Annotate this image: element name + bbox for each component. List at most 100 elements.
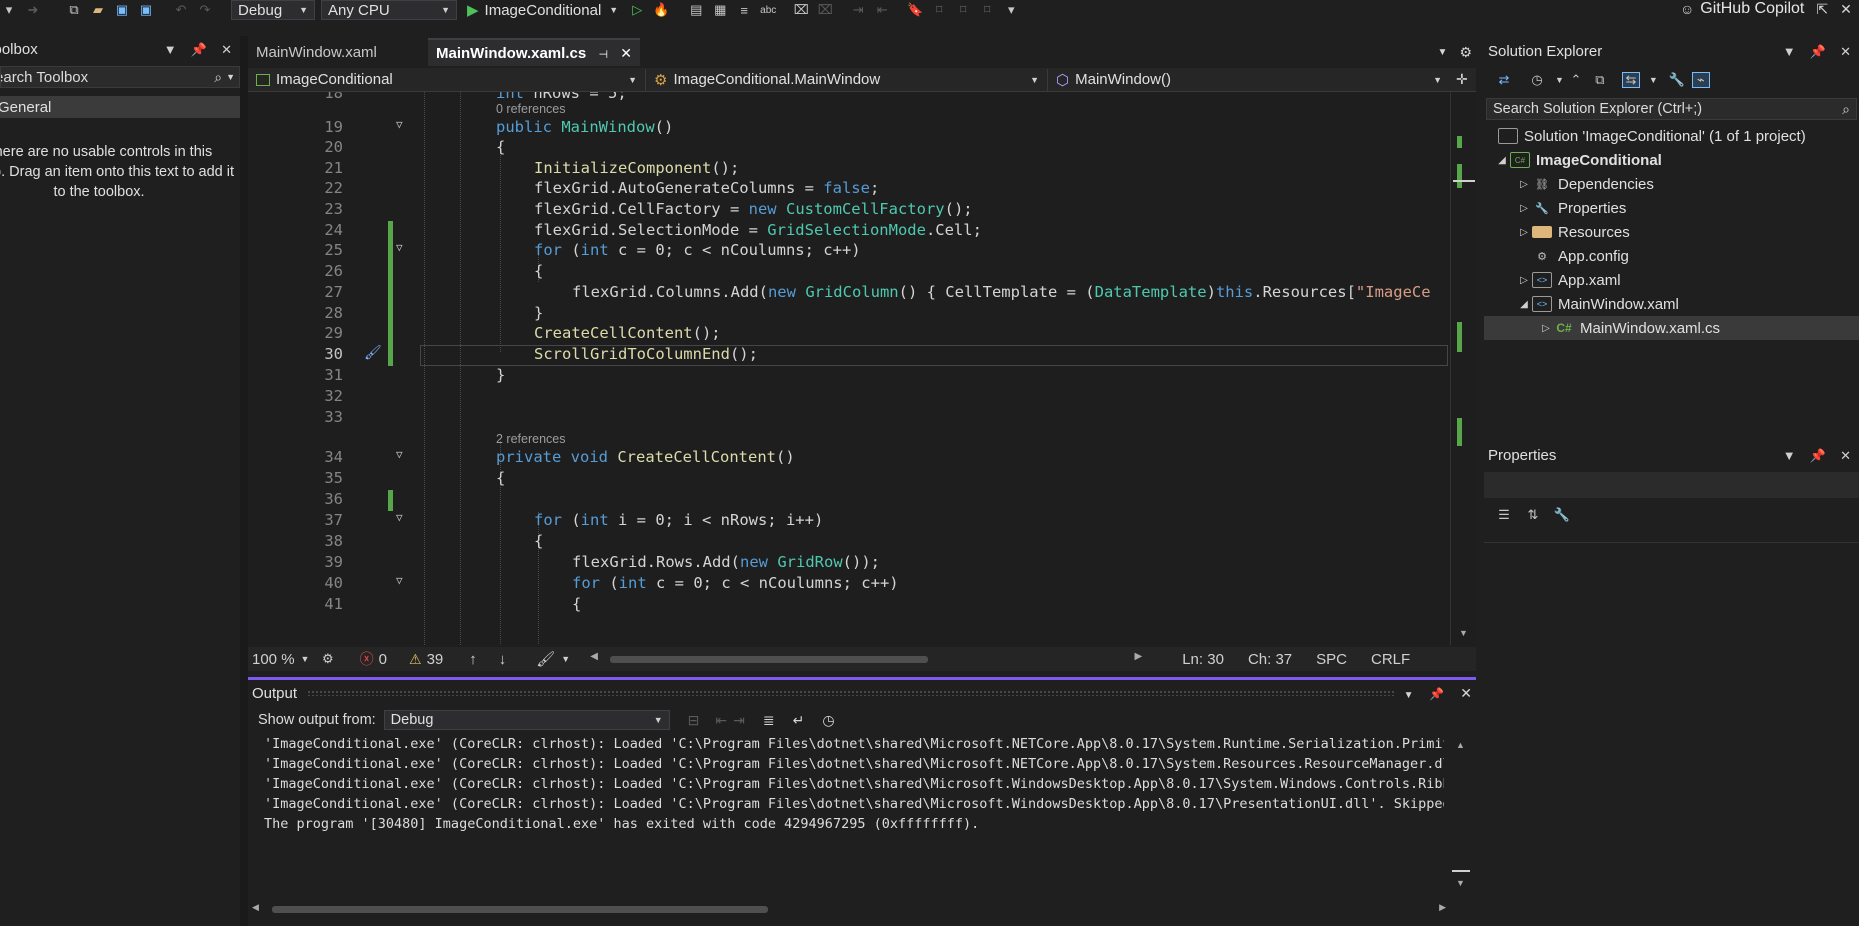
scroll-up-icon[interactable]: ▲	[1456, 740, 1465, 750]
outdent-icon[interactable]: ⇤	[873, 2, 891, 18]
warning-icon[interactable]: ⚠	[409, 651, 422, 668]
indent-icon[interactable]: ⇥	[849, 2, 867, 18]
collapsed-icon[interactable]: ▷	[1516, 275, 1532, 286]
collapse-icon[interactable]: ▽	[396, 118, 403, 131]
solution-search[interactable]: Search Solution Explorer (Ctrl+;) ⌕	[1486, 98, 1857, 120]
tree-item-mainwindow-xaml-cs[interactable]: ▷ C# MainWindow.xaml.cs	[1484, 316, 1859, 340]
properties-object-selector[interactable]	[1484, 472, 1859, 498]
close-icon[interactable]: ✕	[1840, 44, 1851, 59]
tab-mainwindow-xaml-cs[interactable]: MainWindow.xaml.cs ⊣ ✕	[428, 38, 640, 66]
scroll-down-icon[interactable]: ▼	[1456, 878, 1465, 888]
pin-icon[interactable]: 📌	[191, 42, 207, 57]
previous-message-icon[interactable]: ⇤	[715, 712, 727, 729]
project-dropdown[interactable]: ImageConditional ▼	[248, 68, 646, 91]
output-horizontal-scrollbar[interactable]: ◀ ▶	[252, 902, 1446, 916]
codelens-references[interactable]: 2 references	[496, 432, 565, 446]
close-icon[interactable]: ✕	[1460, 685, 1472, 701]
chevron-down-icon[interactable]: ▼	[1555, 75, 1564, 85]
tree-item-project[interactable]: ◢ C# ImageConditional	[1484, 148, 1859, 172]
spell-check-icon[interactable]: abc	[759, 2, 777, 18]
preview-icon[interactable]: ⌁	[1691, 72, 1710, 88]
splitter[interactable]	[240, 36, 248, 926]
collapsed-icon[interactable]: ▷	[1516, 227, 1532, 238]
close-icon[interactable]: ✕	[221, 42, 232, 57]
collapse-icon[interactable]: ▽	[396, 511, 403, 524]
dropdown-icon[interactable]: ▼	[1783, 448, 1796, 463]
line-ending-indicator[interactable]: CRLF	[1371, 651, 1410, 668]
pin-icon[interactable]: 📌	[1810, 44, 1826, 59]
start-without-debug-icon[interactable]: ▷	[628, 2, 646, 18]
word-wrap-icon[interactable]: ↵	[793, 712, 805, 729]
configuration-dropdown[interactable]: Debug ▼	[231, 0, 315, 20]
new-project-icon[interactable]: ⧉	[65, 2, 83, 18]
start-debug-button[interactable]: ▶ ImageConditional ▼	[467, 1, 618, 20]
column-indicator[interactable]: Ch: 37	[1248, 651, 1292, 668]
next-message-icon[interactable]: ⇥	[733, 712, 745, 729]
code-editor[interactable]: 18 int nRows = 5; 0 references 19 ▽ public …	[248, 92, 1450, 645]
scroll-right-icon[interactable]: ▶	[1439, 902, 1446, 913]
output-vertical-scrollbar[interactable]: ▲ ▼	[1450, 740, 1470, 890]
tree-item-properties[interactable]: ▷ 🔧 Properties	[1484, 196, 1859, 220]
close-icon[interactable]: ✕	[1840, 448, 1851, 463]
tree-item-solution[interactable]: Solution 'ImageConditional' (1 of 1 proj…	[1484, 124, 1859, 148]
pin-icon[interactable]: ⊣	[599, 49, 609, 61]
platform-dropdown[interactable]: Any CPU ▼	[321, 0, 457, 20]
bookmark-prev-icon[interactable]: ⌑	[930, 2, 948, 18]
wrench-icon[interactable]: 🔧	[1668, 72, 1686, 88]
uncomment-icon[interactable]: ⌧	[816, 2, 834, 18]
clock-icon[interactable]: ◷	[822, 712, 834, 729]
editor-horizontal-scrollbar[interactable]: ◀ ▶	[590, 651, 1143, 665]
split-window-icon[interactable]: ✛	[1456, 71, 1468, 88]
gear-icon[interactable]: ⚙	[1459, 44, 1472, 61]
scroll-right-icon[interactable]: ▶	[1135, 651, 1143, 662]
property-pages-icon[interactable]: 🔧	[1553, 507, 1571, 523]
bookmark-next-icon[interactable]: ⌑	[954, 2, 972, 18]
dropdown-icon[interactable]: ▼	[164, 42, 177, 57]
output-text[interactable]: 'ImageConditional.exe' (CoreCLR: clrhost…	[248, 736, 1444, 896]
expanded-icon[interactable]: ◢	[1494, 155, 1510, 166]
solution-config-icon[interactable]: ▤	[687, 2, 705, 18]
scroll-left-icon[interactable]: ◀	[252, 902, 259, 913]
hot-reload-icon[interactable]: 🔥	[652, 2, 670, 18]
expanded-icon[interactable]: ◢	[1516, 299, 1532, 310]
tree-item-mainwindow-xaml[interactable]: ◢ <> MainWindow.xaml	[1484, 292, 1859, 316]
bookmark-icon[interactable]: 🔖	[906, 2, 924, 18]
collapse-icon[interactable]: ▽	[396, 448, 403, 461]
go-to-location-icon[interactable]: ⊟	[688, 712, 700, 729]
quick-action-icon[interactable]: 🖌	[364, 345, 382, 361]
toolbox-search[interactable]: Search Toolbox ⌕ ▼	[0, 66, 240, 88]
comment-icon[interactable]: ⌧	[792, 2, 810, 18]
forward-icon[interactable]: ➜	[24, 2, 42, 18]
collapse-icon[interactable]: ▽	[396, 241, 403, 254]
class-dropdown[interactable]: ⚙ ImageConditional.MainWindow ▼	[646, 68, 1048, 91]
chevron-down-icon[interactable]: ▼	[226, 72, 235, 82]
save-all-icon[interactable]: ▣	[137, 2, 155, 18]
pin-icon[interactable]: 📌	[1810, 448, 1826, 463]
toolbox-search-input[interactable]: Search Toolbox	[1, 69, 214, 86]
close-icon[interactable]: ✕	[620, 45, 632, 61]
more-icon[interactable]: ✕	[1840, 1, 1852, 18]
scroll-down-icon[interactable]: ▼	[1459, 628, 1468, 638]
bookmark-clear-icon[interactable]: ⌑	[978, 2, 996, 18]
tab-list-dropdown-icon[interactable]: ▼	[1438, 47, 1448, 58]
solution-search-input[interactable]: Search Solution Explorer (Ctrl+;)	[1493, 101, 1702, 117]
redo-icon[interactable]: ↷	[196, 2, 214, 18]
whitespace-indicator[interactable]: SPC	[1316, 651, 1347, 668]
toolbox-group-header[interactable]: General	[0, 96, 240, 118]
error-count[interactable]: 0	[379, 651, 387, 668]
open-folder-icon[interactable]: ▰	[89, 2, 107, 18]
tab-mainwindow-xaml[interactable]: MainWindow.xaml	[248, 38, 428, 66]
error-icon[interactable]: ⓧ	[360, 649, 374, 669]
output-source-dropdown[interactable]: Debug ▼	[383, 710, 670, 730]
copilot-button[interactable]: ☺ GitHub Copilot ⇱ ✕	[1680, 0, 1852, 18]
pin-icon[interactable]: 📌	[1429, 687, 1444, 701]
share-icon[interactable]: ⇱	[1816, 1, 1828, 18]
arrow-down-icon[interactable]: ↓	[499, 651, 507, 668]
collapsed-icon[interactable]: ▷	[1516, 179, 1532, 190]
categorized-icon[interactable]: ☰	[1495, 507, 1513, 523]
codelens-references[interactable]: 0 references	[496, 102, 565, 116]
collapse-icon[interactable]: ▽	[396, 574, 403, 587]
member-dropdown[interactable]: ⬡ MainWindow() ▼	[1048, 69, 1450, 91]
sync-with-document-icon[interactable]: ⇆	[1621, 72, 1640, 88]
tree-item-app-xaml[interactable]: ▷ <> App.xaml	[1484, 268, 1859, 292]
